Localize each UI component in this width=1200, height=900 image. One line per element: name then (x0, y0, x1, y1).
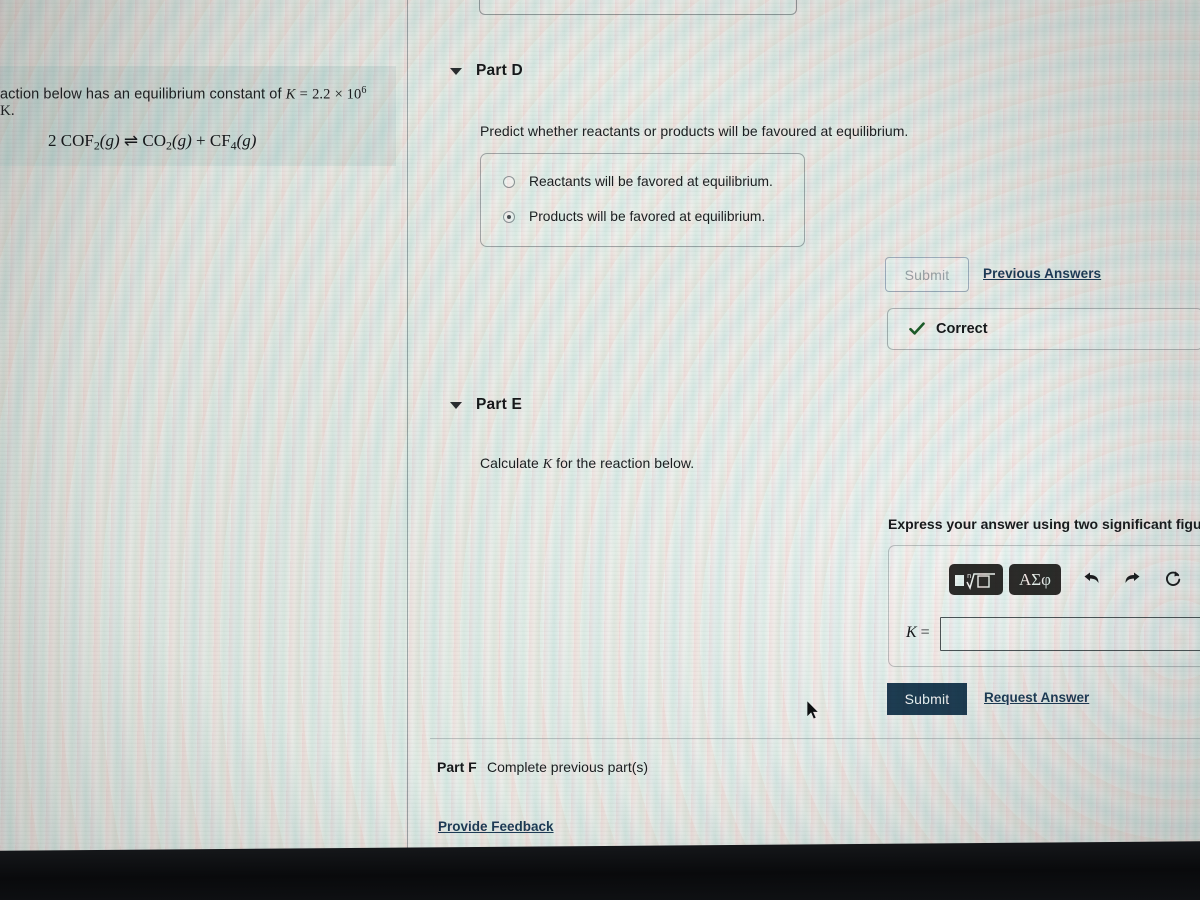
choice-products[interactable]: Products will be favored at equilibrium. (503, 209, 765, 224)
eq-product1: CO (142, 131, 166, 150)
times-sign: × (334, 86, 343, 103)
equals-sign: = (299, 86, 308, 103)
monitor-photo: action below has an equilibrium constant… (0, 0, 1200, 900)
part-e-prompt-symbol: K (542, 457, 553, 472)
eq-equilibrium-arrow: ⇌ (123, 131, 139, 150)
question-statement-line1: action below has an equilibrium constant… (0, 85, 400, 103)
radio-button-reactants[interactable] (503, 175, 515, 188)
radio-button-products[interactable] (503, 210, 515, 223)
question-statement-line2: K. (0, 103, 15, 119)
constant-mantissa: 2.2 (312, 86, 331, 103)
part-f-title: Part F (437, 759, 477, 775)
eq-product2: CF (209, 131, 231, 150)
constant-exponent: 6 (361, 85, 367, 96)
triangle-down-icon[interactable] (450, 67, 462, 75)
answer-variable-label: K = (906, 624, 930, 642)
eq-plus: + (196, 131, 206, 150)
part-e-prompt-prefix: Calculate (480, 455, 539, 471)
answer-input-field[interactable] (940, 617, 1200, 651)
answer-equals-sign: = (920, 624, 930, 641)
part-d-submit-button-disabled: Submit (885, 257, 969, 292)
part-d-title: Part D (476, 62, 523, 79)
part-d-feedback-label: Correct (936, 321, 988, 337)
left-question-pane: action below has an equilibrium constant… (0, 0, 407, 852)
eq-coefficient: 2 COF (48, 131, 94, 150)
left-pane-equation: 2 COF2(g) ⇌ CO2(g) + CF4(g) (48, 131, 256, 153)
part-d-choices-box: Reactants will be favored at equilibrium… (480, 153, 805, 247)
eq-state: (g) (99, 131, 120, 150)
question-text-fragment: action below has an equilibrium constant… (0, 86, 282, 103)
answer-variable-symbol: K (906, 624, 917, 641)
greek-symbols-icon[interactable]: ΑΣφ (1009, 564, 1061, 595)
previous-part-box-cutoff (479, 0, 797, 15)
template-math-icon[interactable]: n (949, 564, 1003, 595)
section-divider-rule (430, 738, 1200, 739)
keyboard-icon[interactable] (1194, 564, 1200, 595)
triangle-down-icon[interactable] (450, 401, 462, 409)
redo-arrow-icon[interactable] (1112, 564, 1153, 595)
part-e-prompt: Calculate K for the reaction below. (480, 455, 694, 473)
browser-page: action below has an equilibrium constant… (0, 0, 1200, 852)
part-e-answer-panel: n ΑΣφ K = (888, 545, 1200, 667)
significant-figures-note: Express your answer using two significan… (888, 516, 1200, 532)
screen-surface: action below has an equilibrium constant… (0, 0, 1200, 852)
svg-text:n: n (967, 572, 971, 580)
constant-base: 10 (342, 86, 362, 103)
part-d-feedback-banner: Correct (887, 308, 1200, 350)
choice-products-label: Products will be favored at equilibrium. (529, 209, 766, 224)
checkmark-icon (909, 322, 925, 335)
choice-reactants[interactable]: Reactants will be favored at equilibrium… (503, 174, 773, 189)
provide-feedback-link[interactable]: Provide Feedback (438, 819, 554, 834)
monitor-bezel (0, 841, 1200, 900)
part-e-title: Part E (476, 396, 522, 413)
part-d-header[interactable]: Part D (450, 62, 523, 80)
previous-answers-link[interactable]: Previous Answers (983, 266, 1101, 281)
request-answer-link[interactable]: Request Answer (984, 690, 1089, 705)
reset-circular-arrow-icon[interactable] (1153, 564, 1194, 595)
part-d-prompt: Predict whether reactants or products wi… (480, 123, 909, 139)
part-e-prompt-suffix: for the reaction below. (556, 455, 695, 471)
math-toolbar: n ΑΣφ (949, 564, 1200, 595)
eq-product1-state: (g) (171, 131, 192, 150)
equilibrium-constant-symbol: K (285, 86, 296, 103)
choice-reactants-label: Reactants will be favored at equilibrium… (529, 174, 773, 189)
part-f-status: Complete previous part(s) (487, 759, 649, 775)
undo-arrow-icon[interactable] (1071, 564, 1112, 595)
eq-product2-state: (g) (236, 131, 257, 150)
right-answer-pane: Part D Predict whether reactants or prod… (408, 0, 1200, 852)
part-e-submit-button[interactable]: Submit (887, 683, 967, 715)
part-e-header[interactable]: Part E (450, 396, 522, 414)
